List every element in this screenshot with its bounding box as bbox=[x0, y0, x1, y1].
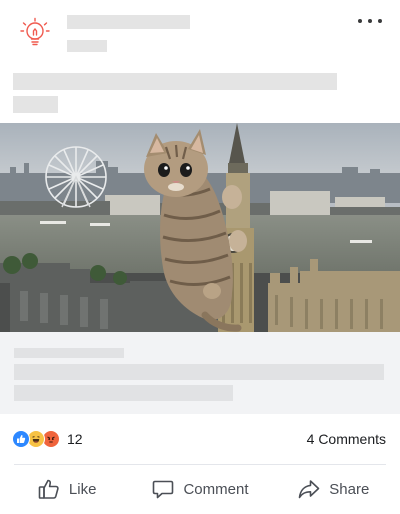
post-time-placeholder bbox=[67, 40, 107, 52]
more-horizontal-icon bbox=[358, 19, 362, 23]
share-label: Share bbox=[329, 480, 370, 498]
like-reaction-icon bbox=[12, 430, 30, 448]
more-options-button[interactable] bbox=[358, 12, 382, 30]
preview-domain-placeholder bbox=[14, 348, 124, 358]
post-text-placeholder-line-1 bbox=[13, 73, 337, 90]
author-name-placeholder[interactable] bbox=[67, 15, 190, 29]
post-text-placeholder-line-2 bbox=[13, 96, 58, 113]
link-preview[interactable] bbox=[0, 332, 400, 414]
comment-label: Comment bbox=[183, 480, 249, 498]
lightbulb-idea-icon[interactable] bbox=[18, 16, 52, 50]
preview-title-placeholder-line-1 bbox=[14, 364, 384, 380]
reactions-summary[interactable]: 12 bbox=[12, 429, 83, 449]
post-image[interactable] bbox=[0, 123, 400, 332]
engagement-counts: 12 4 Comments bbox=[0, 420, 400, 460]
preview-title-placeholder-line-2 bbox=[14, 385, 233, 401]
thumbs-up-icon bbox=[38, 479, 59, 499]
post-header bbox=[0, 0, 400, 60]
comment-bubble-icon bbox=[153, 480, 174, 499]
share-arrow-icon bbox=[298, 480, 320, 499]
like-label: Like bbox=[68, 480, 97, 498]
reaction-count: 12 bbox=[67, 431, 83, 447]
comment-button[interactable]: Comment bbox=[133, 466, 266, 512]
post-card: 12 4 Comments Like Comment Share bbox=[0, 0, 400, 514]
divider bbox=[14, 464, 386, 465]
comments-count-link[interactable]: 4 Comments bbox=[307, 431, 386, 447]
like-button[interactable]: Like bbox=[0, 466, 133, 512]
post-action-bar: Like Comment Share bbox=[0, 466, 400, 512]
share-button[interactable]: Share bbox=[267, 466, 400, 512]
